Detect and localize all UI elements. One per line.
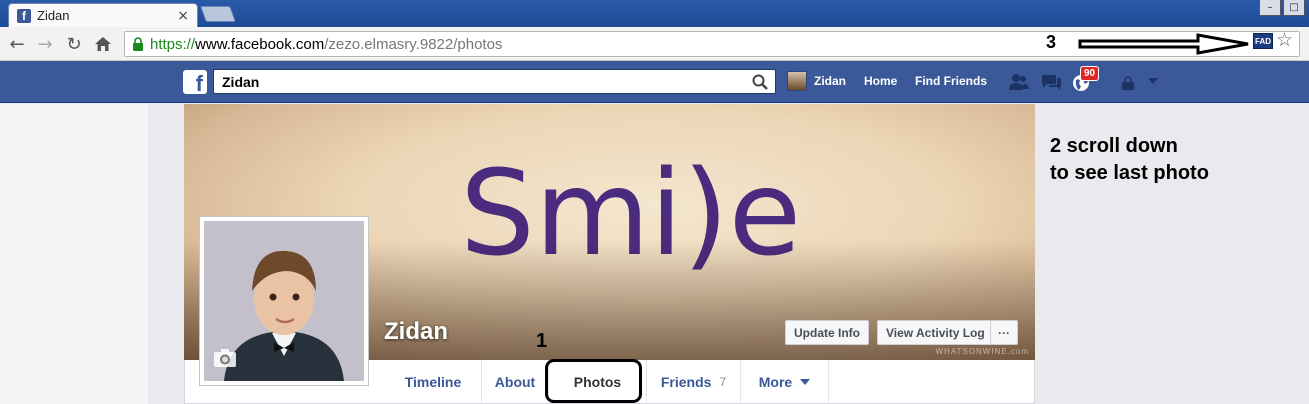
profile-name[interactable]: Zidan [384,318,448,346]
chevron-down-icon [800,379,811,385]
more-options-button[interactable]: ··· [990,320,1018,345]
camera-icon[interactable] [213,348,237,368]
maximize-button[interactable]: □ [1283,0,1305,16]
browser-tabstrip: f Zidan × – □ [0,0,1309,27]
reload-icon[interactable]: ↻ [63,33,85,55]
window-controls: – □ [1259,0,1305,16]
annotation-step-2: 2 scroll down to see last photo [1050,133,1209,187]
browser-tab[interactable]: f Zidan × [8,3,198,27]
tab-timeline[interactable]: Timeline [385,360,482,404]
home-link[interactable]: Home [864,74,897,88]
annotation-step-2-line1: 2 scroll down [1050,135,1178,157]
facebook-logo[interactable]: f [183,70,207,94]
tab-about[interactable]: About [482,360,549,404]
privacy-shortcuts-icon[interactable] [1120,76,1136,90]
url-text: https://www.facebook.com/zezo.elmasry.98… [150,36,503,53]
svg-text:Smi)e: Smi)e [460,144,801,282]
tab-title: Zidan [37,8,70,23]
annotation-step-2-line2: to see last photo [1050,162,1209,184]
find-friends-link[interactable]: Find Friends [915,74,987,88]
search-value: Zidan [222,74,260,90]
tab-photos[interactable]: Photos [549,360,647,404]
view-activity-log-button[interactable]: View Activity Log [877,320,994,345]
update-info-button[interactable]: Update Info [785,320,869,345]
forward-arrow-icon[interactable]: → [34,33,56,55]
friends-count: 7 [719,375,727,389]
tab-more[interactable]: More [741,360,829,404]
avatar [787,71,807,91]
annotation-step-3: 3 [1046,32,1057,52]
cover-watermark: WHATSONWINE.com [935,347,1029,356]
notification-badge: 90 [1080,66,1100,81]
secure-lock-icon [133,37,143,51]
back-arrow-icon[interactable]: ← [6,33,28,55]
search-input[interactable]: Zidan [213,69,776,94]
tab-friends[interactable]: Friends 7 [647,360,741,404]
facebook-favicon-icon: f [17,8,31,23]
left-gutter [0,104,148,404]
profile-nav-name: Zidan [814,74,846,88]
friend-requests-icon[interactable] [1008,72,1030,92]
browser-toolbar: ← → ↻ https://www.facebook.com/zezo.elma… [0,27,1309,61]
search-icon[interactable] [751,73,769,91]
new-tab-button[interactable] [200,6,236,22]
profile-nav-link[interactable]: Zidan [787,71,846,91]
annotation-arrow-icon [1078,33,1249,55]
annotation-step-1: 1 [536,330,548,352]
extension-fad-icon[interactable]: FAD [1253,33,1273,49]
facebook-header: f Zidan Zidan Home Find Friends 90 [0,61,1309,103]
home-icon[interactable] [92,33,114,55]
tab-close-icon[interactable]: × [177,8,189,24]
minimize-button[interactable]: – [1259,0,1281,16]
account-menu-chevron-down-icon[interactable] [1148,78,1158,84]
messages-icon[interactable] [1040,72,1062,92]
bookmark-star-icon[interactable]: ☆ [1276,29,1293,51]
